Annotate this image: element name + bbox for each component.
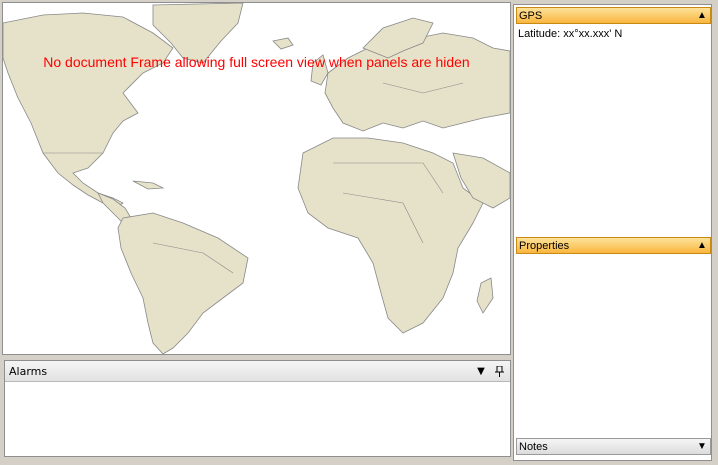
right-dock-panel: GPS ▲ Latitude: xx°xx.xxx' N Properties … [513, 4, 712, 461]
collapse-chevron-icon[interactable]: ▲ [694, 240, 710, 251]
dropdown-arrow-icon[interactable]: ▼ [474, 364, 488, 378]
alarms-panel: Alarms ▼ [4, 360, 511, 457]
horizontal-splitter[interactable] [2, 355, 511, 359]
alarms-panel-header: Alarms ▼ [5, 361, 510, 382]
gps-latitude-text: Latitude: xx°xx.xxx' N [518, 28, 623, 40]
collapse-chevron-icon[interactable]: ▲ [694, 10, 710, 21]
notes-panel-title: Notes [519, 440, 548, 453]
world-map-view[interactable]: No document Frame allowing full screen v… [2, 2, 511, 355]
properties-panel-title: Properties [519, 239, 570, 252]
gps-panel-title: GPS [519, 9, 543, 22]
expand-chevron-icon[interactable]: ▼ [694, 441, 710, 452]
alarms-panel-title: Alarms [9, 364, 48, 378]
notes-panel-header[interactable]: Notes ▼ [516, 438, 711, 455]
pin-icon[interactable] [492, 364, 506, 378]
gps-panel-header[interactable]: GPS ▲ [516, 7, 711, 24]
properties-panel-header[interactable]: Properties ▲ [516, 237, 711, 254]
map-banner-text: No document Frame allowing full screen v… [43, 54, 470, 70]
